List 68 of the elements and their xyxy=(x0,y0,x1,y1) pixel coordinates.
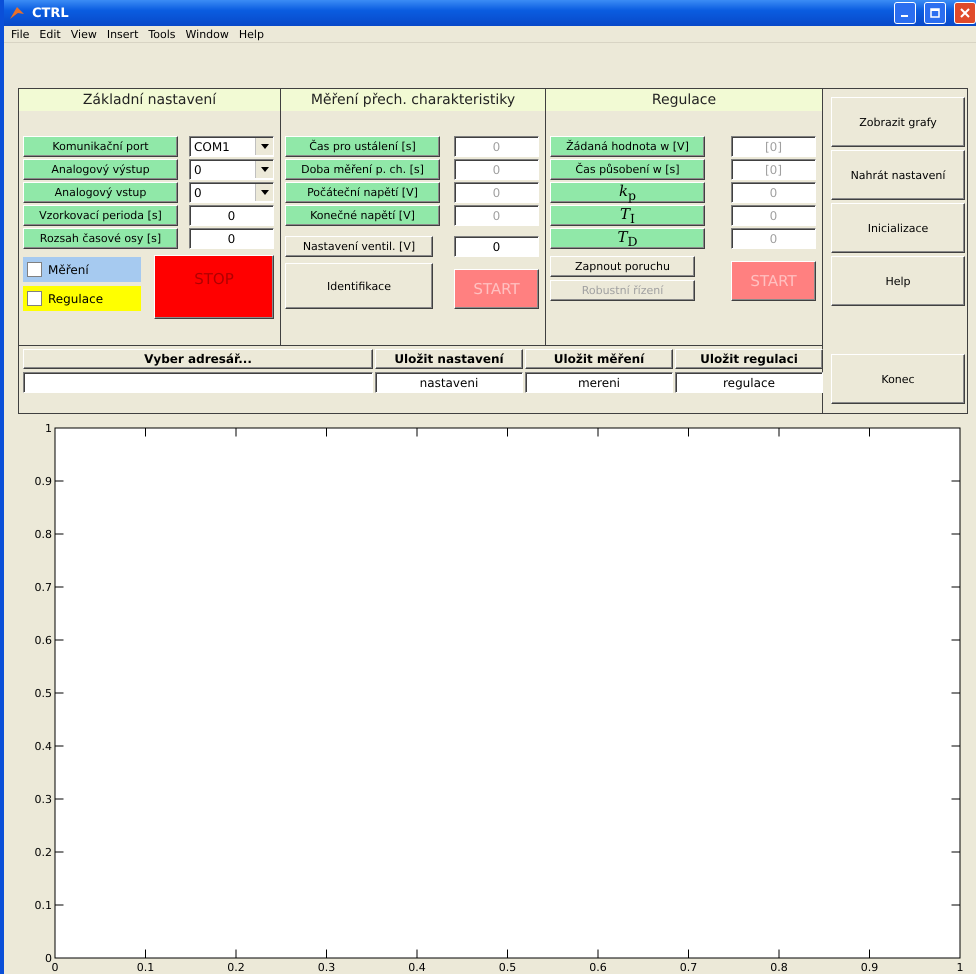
close-icon xyxy=(960,8,970,18)
checkbox[interactable]: Měření xyxy=(23,257,141,282)
side-button[interactable]: Nahrát nastavení xyxy=(831,150,965,200)
section-title: Měření přech. charakteristiky xyxy=(281,89,545,111)
side-button[interactable]: Zobrazit grafy xyxy=(831,97,965,147)
dropdown[interactable]: 0 xyxy=(189,182,274,203)
x-tick-label: 0.6 xyxy=(589,961,607,974)
file-button[interactable]: Uložit měření xyxy=(525,349,673,369)
file-name-field[interactable] xyxy=(23,372,373,393)
x-tick-label: 0.9 xyxy=(860,961,878,974)
x-tick-label: 0 xyxy=(52,961,58,974)
x-tick-label: 0.2 xyxy=(227,961,245,974)
section-title: Regulace xyxy=(546,89,822,111)
parameter-button[interactable]: Analogový vstup xyxy=(23,182,178,203)
valve-button[interactable]: Nastavení ventil. [V] xyxy=(285,236,433,257)
x-tick-label: 0.3 xyxy=(318,961,336,974)
y-tick-label: 1 xyxy=(45,422,52,435)
y-tick-label: 0 xyxy=(45,952,52,965)
x-tick-label: 0.5 xyxy=(498,961,516,974)
menu-item[interactable]: File xyxy=(6,28,34,41)
side-button[interactable]: Help xyxy=(831,256,965,306)
dropdown[interactable]: COM1 xyxy=(189,136,274,157)
y-tick-label: 0.3 xyxy=(34,793,52,806)
parameter-button[interactable]: Analogový výstup xyxy=(23,159,178,180)
dropdown[interactable]: 0 xyxy=(189,159,274,180)
close-button[interactable] xyxy=(954,2,976,24)
identify-button[interactable]: Identifikace xyxy=(285,263,433,309)
input-field[interactable]: 0 xyxy=(454,236,539,257)
y-tick-label: 0.7 xyxy=(34,581,52,594)
parameter-button[interactable]: Vzorkovací perioda [s] xyxy=(23,205,178,226)
input-field[interactable]: 0 xyxy=(189,228,274,249)
x-tick-label: 0.4 xyxy=(408,961,426,974)
input-field[interactable]: 0 xyxy=(189,205,274,226)
y-tick-label: 0.1 xyxy=(34,899,52,912)
parameter-button[interactable]: Komunikační port xyxy=(23,136,178,157)
menu-item[interactable]: Window xyxy=(180,28,234,41)
maximize-button[interactable] xyxy=(924,2,946,24)
maximize-icon xyxy=(930,8,940,18)
y-tick-label: 0.2 xyxy=(34,846,52,859)
menu-item[interactable]: Help xyxy=(234,28,269,41)
y-tick-label: 0.8 xyxy=(34,528,52,541)
menu-item[interactable]: View xyxy=(66,28,102,41)
file-name-field[interactable]: nastaveni xyxy=(375,372,523,393)
x-tick-label: 0.8 xyxy=(770,961,788,974)
parameter-button[interactable]: Rozsah časové osy [s] xyxy=(23,228,178,249)
y-tick-label: 0.4 xyxy=(34,740,52,753)
file-name-field[interactable]: regulace xyxy=(675,372,823,393)
file-button[interactable]: Uložit regulaci xyxy=(675,349,823,369)
file-button[interactable]: Uložit nastavení xyxy=(375,349,523,369)
checkbox[interactable]: Regulace xyxy=(23,286,141,311)
menu-item[interactable]: Tools xyxy=(143,28,181,41)
section-title: Základní nastavení xyxy=(19,89,280,111)
exit-button[interactable]: Konec xyxy=(831,354,965,404)
menu-item[interactable]: Edit xyxy=(34,28,66,41)
y-tick-label: 0.6 xyxy=(34,634,52,647)
menu-item[interactable]: Insert xyxy=(102,28,144,41)
side-button[interactable]: Inicializace xyxy=(831,203,965,253)
file-button[interactable]: Vyber adresář... xyxy=(23,349,373,369)
file-name-field[interactable]: mereni xyxy=(525,372,673,393)
minimize-button[interactable] xyxy=(894,2,916,24)
window-title: CTRL xyxy=(32,6,70,21)
x-tick-label: 0.7 xyxy=(680,961,698,974)
y-tick-label: 0.5 xyxy=(34,687,52,700)
y-tick-label: 0.9 xyxy=(34,475,52,488)
x-tick-label: 0.1 xyxy=(136,961,154,974)
action-button[interactable]: Zapnout poruchu xyxy=(550,256,695,276)
x-tick-label: 1 xyxy=(956,961,964,974)
app-logo-icon xyxy=(8,5,26,22)
